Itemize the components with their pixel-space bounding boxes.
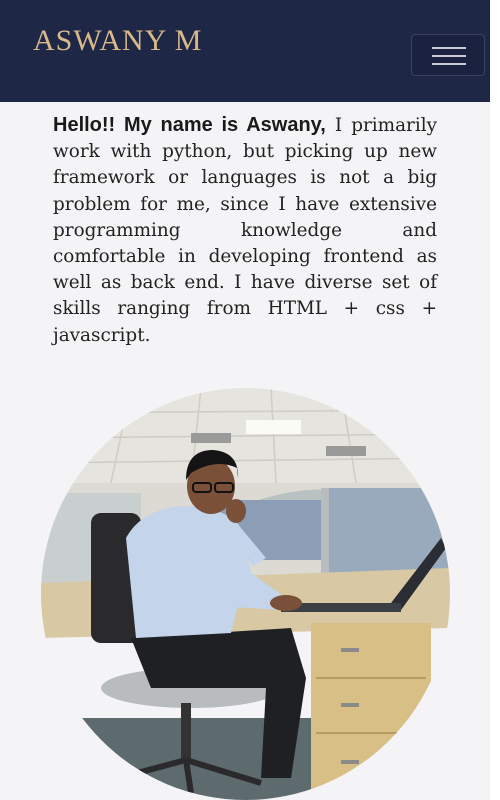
page-edge (490, 0, 500, 800)
hamburger-line (432, 63, 466, 65)
menu-toggle-button[interactable] (411, 34, 485, 76)
hamburger-line (432, 47, 466, 49)
profile-photo (41, 388, 450, 800)
intro-paragraph: Hello!! My name is Aswany, I primarily w… (53, 112, 437, 349)
intro-body: I primarily work with python, but pickin… (53, 115, 437, 346)
intro-lead: Hello!! My name is Aswany, (53, 114, 326, 136)
navbar: ASWANY M (0, 0, 490, 102)
hamburger-line (432, 55, 466, 57)
brand-name[interactable]: ASWANY M (33, 24, 202, 58)
